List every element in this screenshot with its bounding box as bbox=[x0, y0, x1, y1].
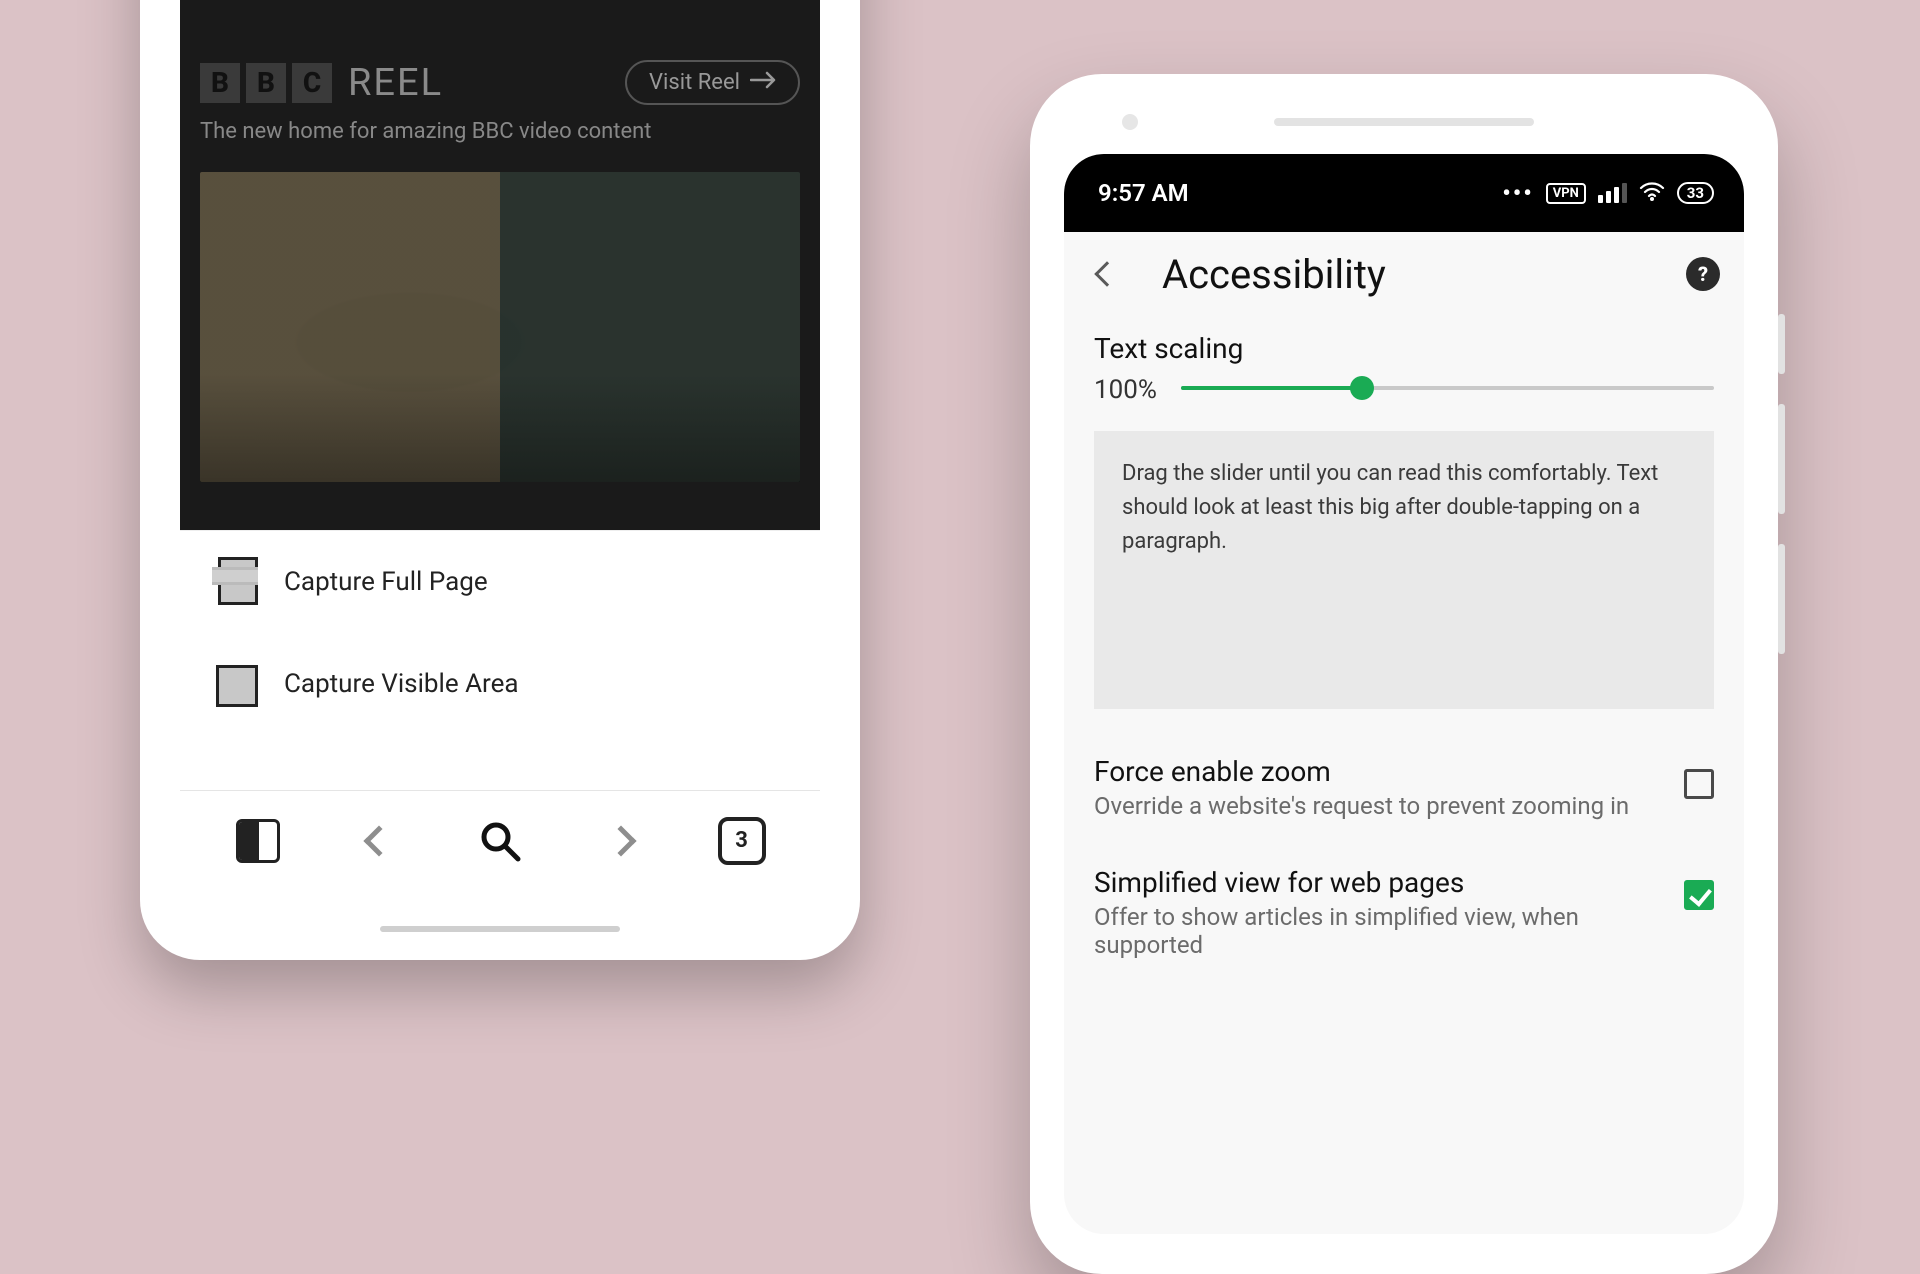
question-icon: ? bbox=[1698, 262, 1708, 286]
text-scaling-slider[interactable] bbox=[1181, 386, 1714, 390]
back-button[interactable] bbox=[1084, 265, 1130, 283]
logo-letter: C bbox=[292, 63, 332, 103]
text-scaling-value: 100% bbox=[1094, 375, 1157, 405]
phone-side-button bbox=[1778, 314, 1785, 374]
more-dots-icon: ••• bbox=[1502, 179, 1534, 207]
browser-dimmed-page: B B C REEL Visit Reel The new home for a… bbox=[180, 0, 820, 530]
tabs-button[interactable]: 3 bbox=[718, 817, 766, 865]
hero-video-thumbnail[interactable] bbox=[200, 172, 800, 482]
capture-visible-area-option[interactable]: Capture Visible Area bbox=[180, 633, 820, 735]
logo-letter: B bbox=[246, 63, 286, 103]
logo-letter: B bbox=[200, 63, 240, 103]
search-icon bbox=[478, 819, 522, 863]
capture-full-page-icon bbox=[214, 561, 256, 603]
status-bar: 9:57 AM ••• VPN 33 bbox=[1064, 154, 1744, 232]
tab-count-badge: 3 bbox=[718, 817, 766, 865]
logo-word: REEL bbox=[348, 61, 443, 105]
app-bar: Accessibility ? bbox=[1064, 232, 1744, 316]
battery-indicator: 33 bbox=[1677, 182, 1714, 204]
slider-thumb-icon[interactable] bbox=[1350, 376, 1374, 400]
wifi-icon bbox=[1639, 179, 1665, 207]
capture-full-page-option[interactable]: Capture Full Page bbox=[180, 531, 820, 633]
phone-mock-left: B B C REEL Visit Reel The new home for a… bbox=[140, 0, 860, 960]
capture-full-page-label: Capture Full Page bbox=[284, 567, 488, 597]
panel-icon bbox=[236, 819, 280, 863]
slider-fill bbox=[1181, 386, 1362, 390]
force-zoom-subtitle: Override a website's request to prevent … bbox=[1094, 792, 1654, 820]
simplified-view-title: Simplified view for web pages bbox=[1094, 866, 1654, 899]
capture-bottom-sheet: Capture Full Page Capture Visible Area bbox=[180, 530, 820, 790]
text-scaling-label: Text scaling bbox=[1094, 332, 1714, 365]
nav-forward-button[interactable] bbox=[597, 817, 645, 865]
search-button[interactable] bbox=[476, 817, 524, 865]
phone-side-button bbox=[1778, 544, 1785, 654]
nav-back-button[interactable] bbox=[355, 817, 403, 865]
visit-reel-label: Visit Reel bbox=[649, 70, 740, 95]
capture-visible-area-icon bbox=[214, 663, 256, 705]
browser-bottom-toolbar: 3 bbox=[180, 790, 820, 890]
help-button[interactable]: ? bbox=[1686, 257, 1720, 291]
phone-mock-right: 9:57 AM ••• VPN 33 Accessibility ? Text … bbox=[1030, 74, 1778, 1274]
phone-side-button bbox=[1778, 404, 1785, 514]
capture-visible-area-label: Capture Visible Area bbox=[284, 669, 519, 699]
status-time: 9:57 AM bbox=[1098, 179, 1189, 207]
vpn-indicator: VPN bbox=[1546, 183, 1586, 204]
simplified-view-row[interactable]: Simplified view for web pages Offer to s… bbox=[1094, 820, 1714, 959]
force-zoom-title: Force enable zoom bbox=[1094, 755, 1654, 788]
simplified-view-subtitle: Offer to show articles in simplified vie… bbox=[1094, 903, 1654, 959]
phone-camera-dot bbox=[1122, 114, 1138, 130]
settings-content: Text scaling 100% Drag the slider until … bbox=[1064, 316, 1744, 959]
chevron-right-icon bbox=[605, 825, 636, 856]
bbc-reel-logo: B B C REEL bbox=[200, 61, 443, 105]
visit-reel-button[interactable]: Visit Reel bbox=[625, 60, 800, 105]
phone-right-screen: 9:57 AM ••• VPN 33 Accessibility ? Text … bbox=[1064, 154, 1744, 1234]
cell-signal-icon bbox=[1598, 183, 1627, 203]
panel-toggle-button[interactable] bbox=[234, 817, 282, 865]
force-zoom-checkbox[interactable] bbox=[1684, 769, 1714, 799]
simplified-view-checkbox[interactable] bbox=[1684, 880, 1714, 910]
home-indicator bbox=[380, 926, 620, 932]
phone-left-screen: B B C REEL Visit Reel The new home for a… bbox=[180, 0, 820, 890]
chevron-left-icon bbox=[1094, 261, 1119, 286]
phone-speaker-slot bbox=[1274, 118, 1534, 126]
arrow-right-icon bbox=[750, 70, 776, 95]
text-scaling-sample: Drag the slider until you can read this … bbox=[1094, 431, 1714, 709]
page-tagline: The new home for amazing BBC video conte… bbox=[200, 119, 800, 144]
page-title: Accessibility bbox=[1162, 251, 1386, 298]
force-enable-zoom-row[interactable]: Force enable zoom Override a website's r… bbox=[1094, 709, 1714, 820]
chevron-left-icon bbox=[364, 825, 395, 856]
